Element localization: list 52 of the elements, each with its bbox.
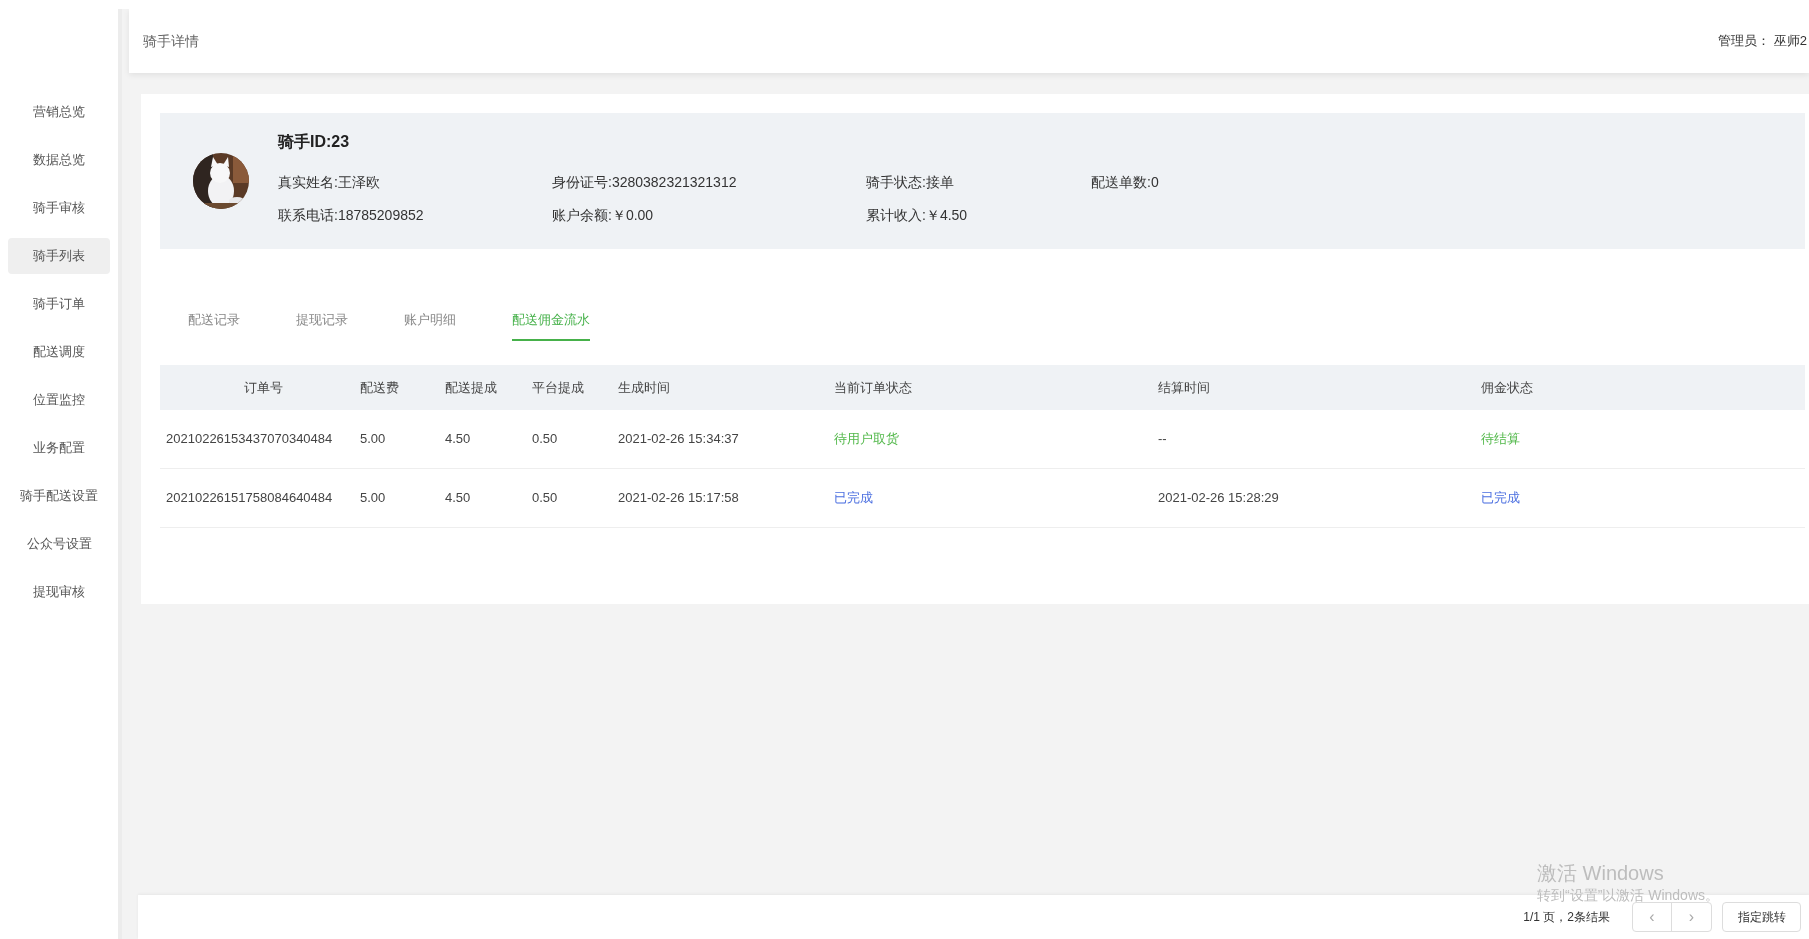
column-header: 当前订单状态 [834,378,913,397]
table-cell-text: 已完成 [834,489,874,508]
sidebar-item[interactable]: 配送调度 [8,334,110,370]
sidebar-item[interactable]: 骑手审核 [8,190,110,226]
sidebar-item[interactable]: 数据总览 [8,142,110,178]
table-cell-text: 5.00 [360,430,387,449]
profile-field: 账户余额:￥0.00 [552,205,866,226]
tab[interactable]: 账户明细 [404,309,456,341]
column-header: 配送提成 [445,378,498,397]
table-cell-text: 已完成 [1481,489,1521,508]
profile-field: 骑手状态:接单 [866,172,1091,193]
profile-field: 配送单数:0 [1091,172,1291,193]
sidebar-item[interactable]: 骑手配送设置 [8,478,110,514]
table-cell-text: 20210226151758084640484 [165,489,334,508]
column-header: 佣金状态 [1481,378,1534,397]
profile-field: 联系电话:18785209852 [278,205,552,226]
activation-subtitle: 转到“设置”以激活 Windows。 [1537,886,1719,905]
column-header: 结算时间 [1158,378,1211,397]
table-cell-text: 20210226153437070340484 [165,430,334,449]
rider-id: 骑手ID:23 [278,132,351,152]
sidebar-item[interactable]: 骑手列表 [8,238,110,274]
table-cell-text: -- [1158,430,1168,449]
tab[interactable]: 提现记录 [296,309,348,341]
sidebar-item[interactable]: 提现审核 [8,574,110,610]
table-cell-text: 2021-02-26 15:17:58 [618,489,740,508]
admin-label: 管理员： [1717,32,1770,51]
profile-field: 真实姓名:王泽欧 [278,172,552,193]
sidebar-item[interactable]: 位置监控 [8,382,110,418]
table-cell-text: 5.00 [360,489,387,508]
column-header: 订单号 [242,378,284,397]
table-cell-text: 0.50 [532,489,559,508]
table-cell-text: 4.50 [445,489,472,508]
table-cell-text: 0.50 [532,430,559,449]
column-header: 配送费 [360,378,400,397]
jump-button[interactable]: 指定跳转 [1722,902,1801,932]
sidebar-item[interactable]: 骑手订单 [8,286,110,322]
table-cell-text: 4.50 [445,430,472,449]
table-cell-text: 2021-02-26 15:34:37 [618,430,740,449]
profile-field: 身份证号:3280382321321312 [552,172,866,193]
column-header: 平台提成 [532,378,585,397]
column-header: 生成时间 [618,378,671,397]
table-cell-text: 待用户取货 [834,430,900,449]
sidebar-item[interactable]: 营销总览 [8,94,110,130]
profile-field: 累计收入:￥4.50 [866,205,1091,226]
table-cell-text: 待结算 [1481,430,1521,449]
sidebar-item[interactable]: 业务配置 [8,430,110,466]
sidebar-item[interactable]: 公众号设置 [8,526,110,562]
page-title: 骑手详情 [143,31,199,51]
tab[interactable]: 配送记录 [188,309,240,341]
page-summary: 1/1 页，2条结果 [1523,909,1610,926]
table-cell-text: 2021-02-26 15:28:29 [1158,489,1280,508]
admin-name: 巫师2 [1773,32,1807,51]
